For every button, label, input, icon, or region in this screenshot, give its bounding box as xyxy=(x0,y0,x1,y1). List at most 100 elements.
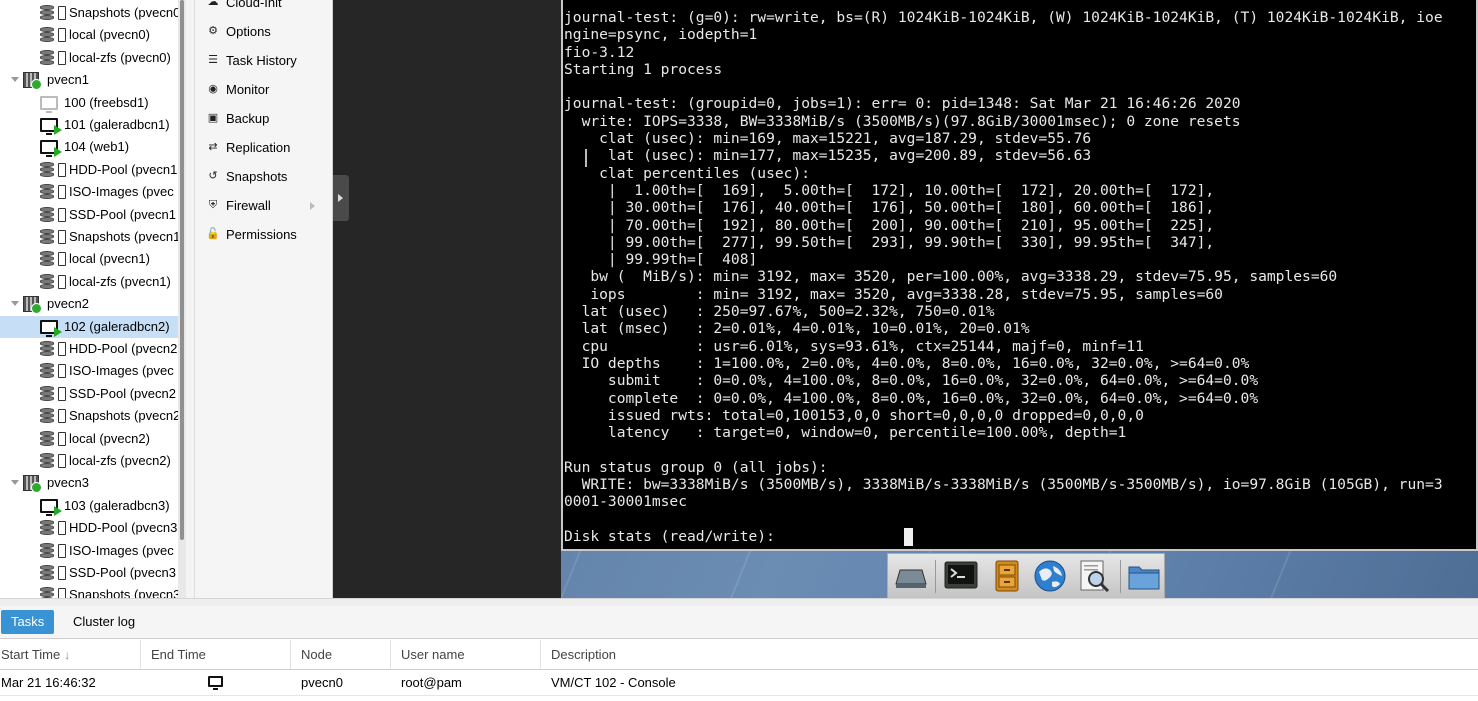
submenu-arrow-icon xyxy=(310,202,315,210)
tab-tasks[interactable]: Tasks xyxy=(1,610,55,634)
tree-item-label: Snapshots (pvecn1 xyxy=(69,229,178,244)
tree-item[interactable]: 100 (freebsd1) xyxy=(0,92,178,114)
storage-icon xyxy=(40,206,66,223)
storage-icon xyxy=(40,341,66,357)
tree-item[interactable]: 104 (web1) xyxy=(0,136,178,158)
eye-icon: ◉ xyxy=(208,83,218,95)
tree-item[interactable]: ISO-Images (pvec xyxy=(0,360,178,382)
storage-icon xyxy=(40,251,66,267)
menu-item-cloud-init[interactable]: ☁ Cloud-Init xyxy=(195,0,332,17)
tree-item[interactable]: SSD-Pool (pvecn3 xyxy=(0,562,178,584)
tree-item[interactable]: 102 (galeradbcn2) xyxy=(0,315,178,338)
drive-icon[interactable] xyxy=(894,560,928,592)
folder-icon[interactable] xyxy=(1127,560,1161,592)
storage-icon xyxy=(40,453,66,469)
novnc-sidebar-handle[interactable] xyxy=(333,175,349,221)
server-node-icon xyxy=(23,475,42,494)
tree-item-label: 104 (web1) xyxy=(64,139,130,155)
unlock-icon: 🔓 xyxy=(206,228,220,240)
column-description[interactable]: Description xyxy=(541,640,1478,669)
expand-toggle-icon[interactable] xyxy=(11,301,19,307)
terminal-cursor xyxy=(904,528,913,546)
tree-item[interactable]: local-zfs (pvecn0) xyxy=(0,47,178,69)
tree-node-item[interactable]: pvecn3 xyxy=(0,472,178,494)
column-label: Start Time xyxy=(1,647,61,662)
gear-icon: ⚙ xyxy=(208,25,218,37)
cell-node: pvecn0 xyxy=(301,675,343,690)
storage-icon xyxy=(40,542,66,559)
tree-item[interactable]: HDD-Pool (pvecn1 xyxy=(0,159,178,181)
scrollbar-thumb[interactable] xyxy=(180,0,184,540)
terminal-icon[interactable] xyxy=(944,560,978,592)
storage-icon xyxy=(40,408,66,424)
tree-item-label: SSD-Pool (pvecn1 xyxy=(69,206,176,222)
search-document-icon[interactable] xyxy=(1077,560,1111,592)
tree-item[interactable]: local-zfs (pvecn2) xyxy=(0,450,178,472)
expand-toggle-icon[interactable] xyxy=(11,77,19,83)
tree-item-label: local-zfs (pvecn2) xyxy=(69,453,171,468)
tree-item[interactable]: Snapshots (pvecn1 xyxy=(0,226,178,248)
tree-item-label: SSD-Pool (pvecn2 xyxy=(69,385,176,401)
cell-start-time: Mar 21 16:46:32 xyxy=(1,675,96,690)
column-start-time[interactable]: Start Time ↓ xyxy=(0,640,141,669)
tree-item[interactable]: Snapshots (pvecn3 xyxy=(0,584,178,598)
tree-item[interactable]: 103 (galeradbcn3) xyxy=(0,495,178,517)
tree-item[interactable]: ISO-Images (pvec xyxy=(0,540,178,562)
menu-item-task-history[interactable]: ☰ Task History xyxy=(195,46,332,75)
tree-item-label: HDD-Pool (pvecn3 xyxy=(69,520,178,536)
tree-item[interactable]: local (pvecn0) xyxy=(0,24,178,46)
storage-icon xyxy=(40,49,66,66)
menu-item-label: Monitor xyxy=(226,82,270,97)
console-background xyxy=(333,0,561,598)
tree-item-label: local-zfs (pvecn0) xyxy=(69,49,171,65)
shield-icon: ⛨ xyxy=(208,199,218,211)
tree-item[interactable]: SSD-Pool (pvecn1 xyxy=(0,204,178,226)
tree-item[interactable]: SSD-Pool (pvecn2 xyxy=(0,383,178,405)
expand-toggle-icon[interactable] xyxy=(11,480,19,486)
file-cabinet-icon[interactable] xyxy=(990,560,1024,592)
tree-item-label: pvecn3 xyxy=(47,475,89,491)
menu-item-replication[interactable]: ⇄ Replication xyxy=(195,133,332,162)
menu-item-backup[interactable]: ▣ Backup xyxy=(195,104,332,133)
tree-item[interactable]: local (pvecn1) xyxy=(0,248,178,270)
menu-item-permissions[interactable]: 🔓 Permissions xyxy=(195,220,332,249)
tree-item[interactable]: HDD-Pool (pvecn2 xyxy=(0,338,178,360)
tree-item-label: HDD-Pool (pvecn1 xyxy=(69,161,178,177)
storage-icon xyxy=(40,273,66,290)
tree-item[interactable]: 101 (galeradbcn1) xyxy=(0,114,178,136)
menu-item-label: Backup xyxy=(226,111,270,126)
tree-item[interactable]: Snapshots (pvecn0 xyxy=(0,2,178,24)
tree-item[interactable]: local-zfs (pvecn1) xyxy=(0,271,178,293)
menu-item-label: Replication xyxy=(226,140,291,155)
tree-node-item[interactable]: pvecn1 xyxy=(0,69,178,91)
cell-user-name: root@pam xyxy=(401,675,462,690)
resource-tree: Snapshots (pvecn0 local (pvecn0) local-zfs… xyxy=(0,0,178,598)
tree-item[interactable]: local (pvecn2) xyxy=(0,428,178,450)
tree-item[interactable]: ISO-Images (pvec xyxy=(0,181,178,203)
tree-node-item[interactable]: pvecn2 xyxy=(0,293,178,315)
tree-item[interactable]: HDD-Pool (pvecn3 xyxy=(0,517,178,539)
tree-item-label: 101 (galeradbcn1) xyxy=(64,117,170,132)
globe-icon[interactable] xyxy=(1033,560,1067,592)
tree-item[interactable]: Snapshots (pvecn2 xyxy=(0,405,178,427)
tree-item-label: ISO-Images (pvec xyxy=(69,363,174,379)
menu-item-firewall[interactable]: ⛨ Firewall xyxy=(195,191,332,220)
column-end-time[interactable]: End Time xyxy=(141,640,291,669)
tree-item-label: pvecn2 xyxy=(47,296,89,312)
column-user-name[interactable]: User name xyxy=(391,640,541,669)
tab-cluster-log[interactable]: Cluster log xyxy=(63,610,145,634)
menu-item-monitor[interactable]: ◉ Monitor xyxy=(195,75,332,104)
menu-item-label: Cloud-Init xyxy=(226,0,282,10)
horizontal-splitter[interactable] xyxy=(0,598,1478,606)
terminal-window[interactable]: journal-test: (g=0): rw=write, bs=(R) 10… xyxy=(561,0,1478,551)
tree-scrollbar[interactable] xyxy=(178,0,186,598)
storage-icon xyxy=(40,587,66,598)
menu-item-snapshots[interactable]: ↺ Snapshots xyxy=(195,162,332,191)
server-node-icon xyxy=(23,296,42,315)
sort-desc-icon: ↓ xyxy=(64,648,71,662)
panel-gap xyxy=(186,0,195,598)
storage-icon xyxy=(40,430,66,447)
menu-item-options[interactable]: ⚙ Options xyxy=(195,17,332,46)
tree-item-label: 102 (galeradbcn2) xyxy=(64,318,170,334)
column-node[interactable]: Node xyxy=(291,640,391,669)
